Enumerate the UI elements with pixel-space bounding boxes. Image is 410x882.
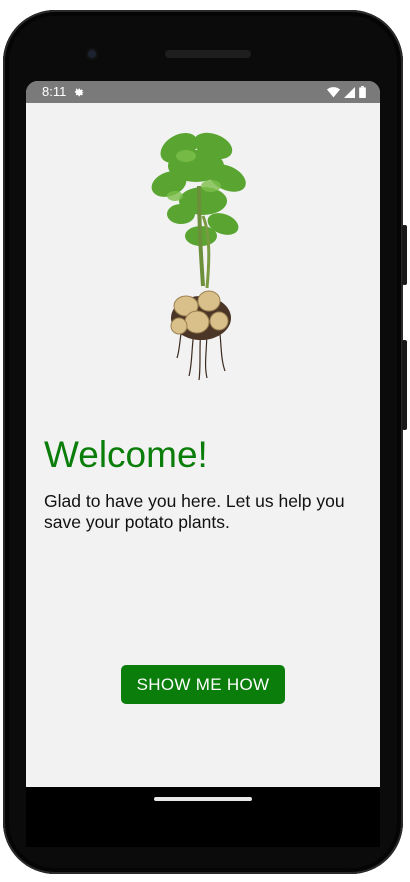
welcome-title: Welcome! [44,434,208,475]
wifi-icon [327,86,340,97]
system-navigation-bar [26,787,380,847]
status-time: 8:11 [42,84,67,99]
welcome-subtitle: Glad to have you here. Let us help you s… [44,491,345,532]
show-me-how-button[interactable]: SHOW ME HOW [121,665,285,704]
volume-button [402,340,407,430]
app-screen: 8:11 Welcome! Glad to have you here. Let… [26,81,380,787]
home-gesture-handle[interactable] [154,797,252,801]
gear-icon [74,88,84,97]
front-camera [86,48,98,60]
potato-plant-image [151,132,246,381]
earpiece-speaker [165,50,251,58]
status-icons [327,86,366,98]
status-bar: 8:11 [26,81,380,103]
cell-signal-icon [344,86,355,98]
power-button [402,225,407,285]
battery-icon [359,86,366,98]
